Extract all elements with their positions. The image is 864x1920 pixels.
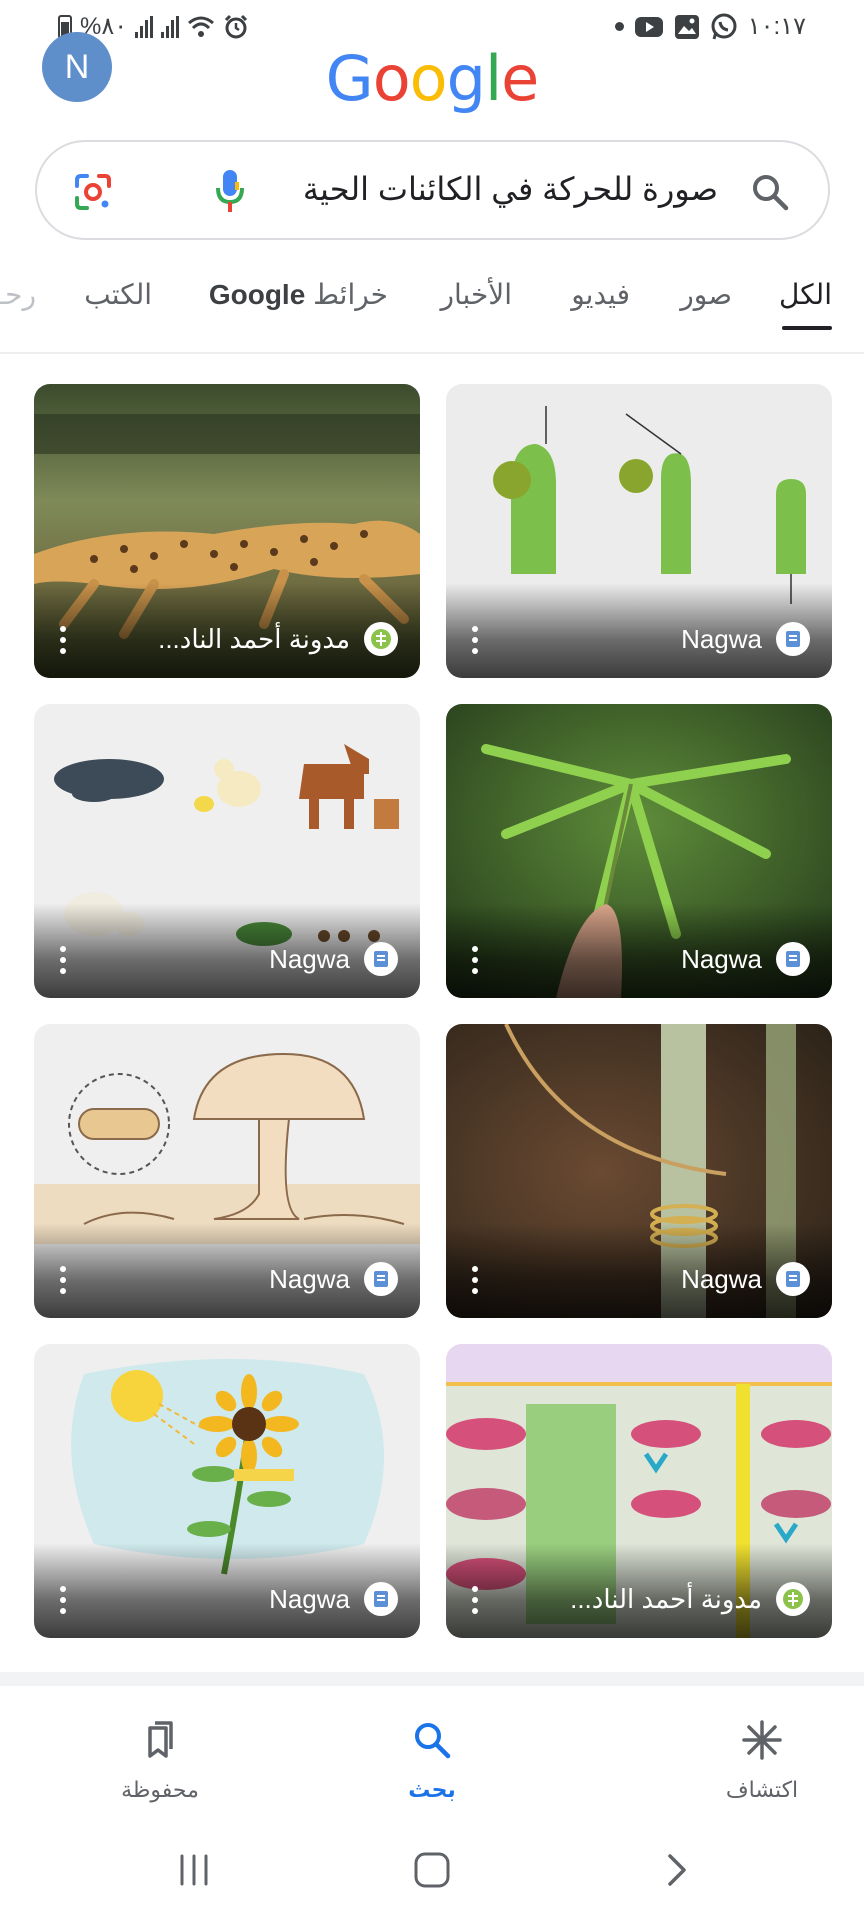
- logo-letter: g: [446, 42, 486, 115]
- youtube-icon: [634, 16, 663, 37]
- tabs-divider: [0, 352, 864, 354]
- result-source[interactable]: Nagwa: [681, 942, 810, 976]
- result-source[interactable]: Nagwa: [269, 1582, 398, 1616]
- tab-maps-label: خرائط: [313, 279, 388, 310]
- nav-search-label: بحث: [408, 1777, 456, 1802]
- more-options-icon[interactable]: [472, 1586, 478, 1614]
- image-result-card[interactable]: مدونة أحمد الناد...: [34, 384, 420, 678]
- tab-more-partial[interactable]: رحـ: [0, 278, 36, 311]
- nav-discover-label: اكتشاف: [725, 1777, 799, 1802]
- home-icon[interactable]: [410, 1848, 454, 1892]
- more-options-icon[interactable]: [60, 1266, 66, 1294]
- signal-icon: [135, 15, 154, 38]
- result-source[interactable]: Nagwa: [269, 942, 398, 976]
- signal-icon: [161, 15, 180, 38]
- more-options-icon[interactable]: [60, 946, 66, 974]
- nav-saved-label: محفوظة: [121, 1777, 199, 1802]
- image-result-card[interactable]: Nagwa: [446, 1024, 832, 1318]
- google-lens-icon[interactable]: [73, 172, 113, 212]
- nagwa-favicon: [364, 1262, 398, 1296]
- discover-icon: [742, 1720, 782, 1760]
- logo-letter: o: [409, 42, 448, 115]
- search-box[interactable]: صورة للحركة في الكائنات الحية: [35, 140, 830, 240]
- image-result-card[interactable]: Nagwa: [34, 704, 420, 998]
- dot-icon: [614, 22, 624, 31]
- saved-icon: [148, 1721, 173, 1758]
- source-name: مدونة أحمد الناد...: [158, 623, 350, 654]
- result-source[interactable]: Nagwa: [269, 1262, 398, 1296]
- search-icon[interactable]: [750, 172, 790, 212]
- tab-maps[interactable]: خرائط Google: [209, 278, 388, 311]
- tab-books[interactable]: الكتب: [84, 278, 152, 311]
- result-source[interactable]: مدونة أحمد الناد...: [570, 1582, 810, 1616]
- bottom-separator: [0, 1672, 864, 1686]
- image-result-card[interactable]: مدونة أحمد الناد...: [446, 1344, 832, 1638]
- nav-saved[interactable]: محفوظة: [80, 1718, 240, 1803]
- image-result-card[interactable]: Nagwa: [34, 1344, 420, 1638]
- tab-images[interactable]: صور: [680, 278, 732, 311]
- logo-letter: e: [501, 42, 539, 115]
- result-source[interactable]: Nagwa: [681, 622, 810, 656]
- nagwa-favicon: [364, 1582, 398, 1616]
- back-icon[interactable]: [654, 1848, 698, 1892]
- result-source[interactable]: Nagwa: [681, 1262, 810, 1296]
- logo-letter: l: [484, 42, 502, 115]
- blog-favicon: [776, 1582, 810, 1616]
- gallery-icon: [674, 14, 699, 39]
- nagwa-favicon: [776, 942, 810, 976]
- microphone-icon[interactable]: [215, 168, 245, 214]
- status-right: ١٠:١٧: [614, 12, 806, 41]
- recent-apps-icon[interactable]: [172, 1848, 216, 1892]
- search-tabs: الكل صور فيديو الأخبار خرائط Google الكت…: [0, 278, 864, 338]
- image-result-card[interactable]: Nagwa: [446, 384, 832, 678]
- tab-news[interactable]: الأخبار: [440, 278, 512, 311]
- search-query[interactable]: صورة للحركة في الكائنات الحية: [303, 170, 718, 208]
- alarm-icon: [225, 14, 248, 38]
- bottom-navigation: اكتشاف بحث محفوظة: [0, 1686, 864, 1816]
- logo-letter: o: [372, 42, 411, 115]
- wifi-icon: [188, 16, 215, 37]
- clock: ١٠:١٧: [747, 13, 806, 40]
- google-logo: Google: [0, 42, 864, 115]
- more-options-icon[interactable]: [60, 1586, 66, 1614]
- source-name: Nagwa: [681, 623, 762, 654]
- more-options-icon[interactable]: [472, 1266, 478, 1294]
- nagwa-favicon: [776, 1262, 810, 1296]
- search-icon: [415, 1723, 451, 1759]
- source-name: Nagwa: [681, 943, 762, 974]
- tab-all[interactable]: الكل: [779, 278, 832, 311]
- more-options-icon[interactable]: [60, 626, 66, 654]
- more-options-icon[interactable]: [472, 626, 478, 654]
- system-navigation-bar: [0, 1826, 864, 1920]
- nagwa-favicon: [364, 942, 398, 976]
- more-options-icon[interactable]: [472, 946, 478, 974]
- image-result-card[interactable]: Nagwa: [34, 1024, 420, 1318]
- source-name: Nagwa: [269, 1583, 350, 1614]
- nav-search[interactable]: بحث: [352, 1718, 512, 1803]
- blog-favicon: [364, 622, 398, 656]
- source-name: Nagwa: [269, 943, 350, 974]
- active-tab-indicator: [782, 326, 832, 330]
- tab-maps-brand: Google: [208, 279, 306, 310]
- source-name: مدونة أحمد الناد...: [570, 1583, 762, 1614]
- result-source[interactable]: مدونة أحمد الناد...: [158, 622, 398, 656]
- logo-letter: G: [325, 42, 374, 115]
- nav-discover[interactable]: اكتشاف: [682, 1718, 842, 1803]
- source-name: Nagwa: [269, 1263, 350, 1294]
- source-name: Nagwa: [681, 1263, 762, 1294]
- whatsapp-icon: [711, 13, 737, 39]
- tab-videos[interactable]: فيديو: [571, 278, 630, 311]
- nagwa-favicon: [776, 622, 810, 656]
- image-result-card[interactable]: Nagwa: [446, 704, 832, 998]
